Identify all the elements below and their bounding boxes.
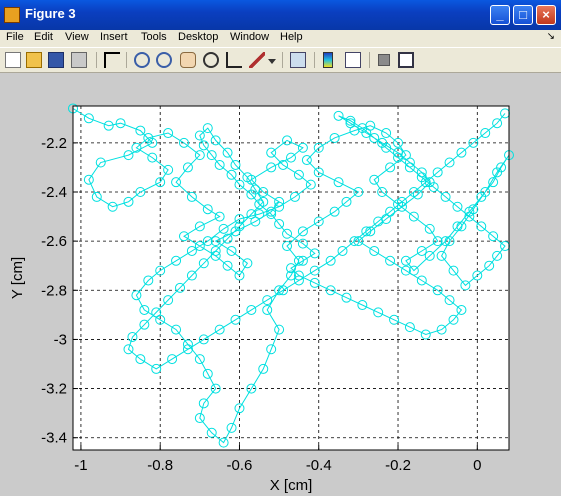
plot-svg: -1 -0.8 -0.6 -0.4 -0.2 0 -2.2 -2.4 -2.6 -2.8 -3 -3.…: [9, 103, 514, 494]
y-tick-label: -2.4: [41, 184, 67, 201]
x-tick-label: -1: [74, 457, 87, 474]
y-tick-label: -3: [54, 331, 67, 348]
x-tick-label: -0.8: [147, 457, 173, 474]
x-tick-label: -0.2: [385, 457, 411, 474]
x-tick-label: -0.4: [306, 457, 332, 474]
y-tick-label: -2.8: [41, 282, 67, 299]
y-tick-label: -2.2: [41, 135, 67, 152]
y-axis-label: Y [cm]: [9, 257, 26, 299]
x-tick-label: 0: [473, 457, 481, 474]
y-tick-label: -3.4: [41, 430, 67, 447]
x-tick-label: -0.6: [227, 457, 253, 474]
y-tick-label: -3.2: [41, 381, 67, 398]
x-axis-label: X [cm]: [270, 477, 313, 494]
y-tick-label: -2.6: [41, 233, 67, 250]
